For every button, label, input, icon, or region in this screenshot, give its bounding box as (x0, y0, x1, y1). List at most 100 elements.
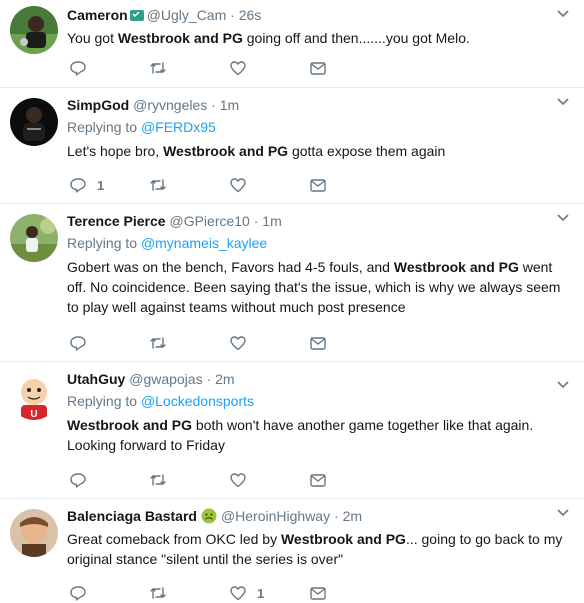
search-highlight: Westbrook and PG (280, 531, 406, 547)
retweet-icon (150, 62, 166, 74)
avatar[interactable] (10, 509, 58, 557)
reply-button[interactable] (69, 58, 97, 78)
reply-icon (70, 61, 86, 76)
like-count: 1 (257, 585, 265, 601)
tweet-header: Terence Pierce @GPierce10 · 1m (67, 212, 572, 230)
display-name[interactable]: Balenciaga Bastard (67, 508, 197, 524)
tweet-text: Let's hope bro, Westbrook and PG gotta e… (67, 141, 572, 161)
avatar[interactable] (10, 6, 58, 54)
replying-to: Replying to @Lockedonsports (67, 391, 572, 411)
replying-to-label: Replying to (67, 119, 138, 135)
envelope-icon (310, 587, 326, 600)
heart-icon (230, 586, 246, 601)
envelope-icon (310, 474, 326, 487)
chevron-down-icon[interactable] (556, 508, 570, 518)
avatar[interactable] (10, 98, 58, 146)
nauseated-face-emoji-icon (201, 508, 217, 524)
tweet-balenciaga-bastard[interactable]: Balenciaga Bastard @HeroinHighway · 2m Gr… (0, 499, 584, 601)
replying-to-label: Replying to (67, 393, 138, 409)
display-name[interactable]: Terence Pierce (67, 213, 166, 229)
dm-button[interactable] (309, 470, 327, 490)
heart-icon (230, 61, 246, 76)
replying-to: Replying to @FERDx95 (67, 117, 572, 137)
tweet-simpgod[interactable]: SimpGod @ryvngeles · 1m Replying to @FER… (0, 88, 584, 204)
reply-count: 1 (97, 177, 105, 193)
tweet-actions: 1 (67, 175, 567, 195)
tweet-header: SimpGod @ryvngeles · 1m (67, 96, 572, 114)
display-name[interactable]: Cameron (67, 7, 128, 23)
like-button[interactable] (229, 333, 257, 353)
separator-dot: · (230, 7, 235, 23)
user-handle[interactable]: @gwapojas (129, 371, 202, 387)
tweet-actions (67, 58, 567, 78)
separator-dot: · (253, 213, 259, 229)
timestamp[interactable]: 1m (220, 97, 239, 113)
tweet-actions: 1 (67, 583, 567, 603)
search-highlight: Westbrook and PG (117, 30, 243, 46)
timestamp[interactable]: 1m (262, 213, 281, 229)
reply-icon (70, 336, 86, 351)
tweet-text: Westbrook and PG both won't have another… (67, 415, 572, 455)
tweet-header: Cameron @Ugly_Cam · 26s (67, 6, 572, 24)
retweet-button[interactable] (149, 175, 177, 195)
display-name[interactable]: UtahGuy (67, 371, 125, 387)
retweet-button[interactable] (149, 583, 177, 603)
replying-to-mention[interactable]: @mynameis_kaylee (141, 235, 267, 251)
search-highlight: Westbrook and PG (163, 143, 289, 159)
user-handle[interactable]: @GPierce10 (169, 213, 249, 229)
replying-to-mention[interactable]: @Lockedonsports (141, 393, 254, 409)
chevron-down-icon[interactable] (556, 380, 570, 390)
replying-to-mention[interactable]: @FERDx95 (141, 119, 216, 135)
dm-button[interactable] (309, 333, 327, 353)
separator-dot: · (211, 97, 216, 113)
heart-icon (230, 178, 246, 193)
chevron-down-icon[interactable] (556, 97, 570, 107)
tweet-terence-pierce[interactable]: Terence Pierce @GPierce10 · 1m Replying … (0, 204, 584, 362)
dm-button[interactable] (309, 583, 327, 603)
tweet-text-segment: Great comeback from OKC led by (67, 531, 281, 547)
envelope-icon (310, 62, 326, 75)
tweet-header: Balenciaga Bastard @HeroinHighway · 2m (67, 507, 572, 525)
timestamp[interactable]: 2m (215, 371, 234, 387)
user-handle[interactable]: @Ugly_Cam (147, 7, 227, 23)
retweet-button[interactable] (149, 470, 177, 490)
display-name[interactable]: SimpGod (67, 97, 129, 113)
tweet-text: Gobert was on the bench, Favors had 4-5 … (67, 257, 572, 317)
chevron-down-icon[interactable] (556, 9, 570, 19)
like-button[interactable] (229, 175, 257, 195)
reply-icon (70, 586, 86, 601)
envelope-icon (310, 179, 326, 192)
retweet-button[interactable] (149, 333, 177, 353)
verified-emoji-icon (129, 10, 144, 21)
tweet-header: UtahGuy @gwapojas · 2m (67, 370, 572, 388)
retweet-button[interactable] (149, 58, 177, 78)
dm-button[interactable] (309, 175, 327, 195)
retweet-icon (150, 474, 166, 486)
reply-button[interactable]: 1 (69, 175, 104, 195)
retweet-icon (150, 337, 166, 349)
dm-button[interactable] (309, 58, 327, 78)
tweet-utahguy[interactable]: U UtahGuy @gwapojas · 2m Replying to @Lo… (0, 362, 584, 499)
reply-button[interactable] (69, 333, 97, 353)
like-button[interactable]: 1 (229, 583, 264, 603)
tweet-actions (67, 470, 567, 490)
separator-dot: · (206, 371, 212, 387)
tweet-text: Great comeback from OKC led by Westbrook… (67, 529, 572, 569)
search-highlight: Westbrook and PG (67, 417, 192, 433)
timestamp[interactable]: 26s (239, 7, 262, 23)
reply-button[interactable] (69, 583, 97, 603)
like-button[interactable] (229, 58, 257, 78)
avatar[interactable]: U (10, 372, 58, 420)
like-button[interactable] (229, 470, 257, 490)
heart-icon (230, 336, 246, 351)
chevron-down-icon[interactable] (556, 213, 570, 223)
timestamp[interactable]: 2m (343, 508, 362, 524)
reply-button[interactable] (69, 470, 97, 490)
user-handle[interactable]: @HeroinHighway (221, 508, 330, 524)
tweet-text-segment: going off and then.......you got Melo. (242, 30, 470, 46)
avatar[interactable] (10, 214, 58, 262)
tweet-cameron[interactable]: Cameron @Ugly_Cam · 26s You got Westbrook… (0, 0, 584, 88)
user-handle[interactable]: @ryvngeles (133, 97, 207, 113)
search-highlight: Westbrook and PG (393, 259, 519, 275)
replying-to: Replying to @mynameis_kaylee (67, 233, 572, 253)
